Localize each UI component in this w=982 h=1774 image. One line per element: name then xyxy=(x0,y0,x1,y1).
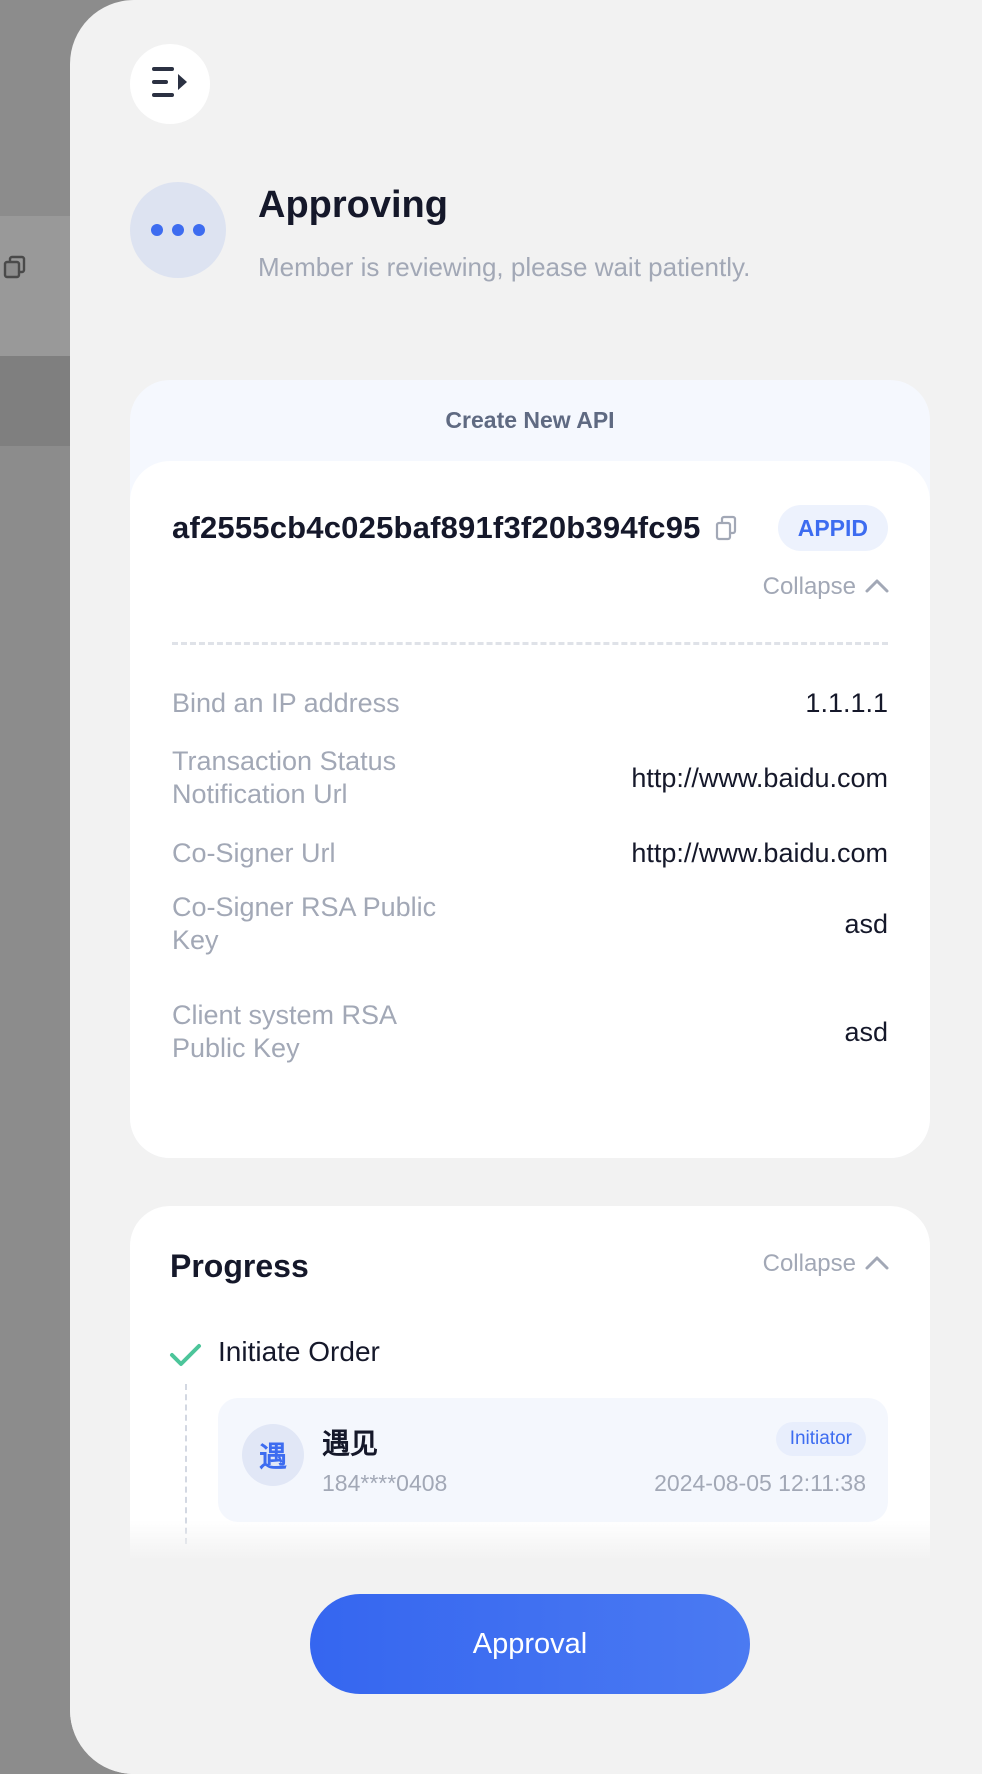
role-badge: Initiator xyxy=(775,1422,866,1456)
field-label: Co-Signer Url xyxy=(172,837,336,868)
approval-drawer: Approving Member is reviewing, please wa… xyxy=(70,0,982,1774)
field-row-client-rsa: Client system RSA Public Key asd xyxy=(172,997,888,1067)
progress-title: Progress xyxy=(170,1248,309,1284)
field-row-cosigner-rsa: Co-Signer RSA Public Key asd xyxy=(172,889,888,959)
dots-icon xyxy=(130,182,226,278)
collapse-label: Collapse xyxy=(762,573,856,600)
member-phone: 184****0408 xyxy=(322,1470,448,1496)
approval-button[interactable]: Approval xyxy=(310,1594,750,1694)
background-copy-icon xyxy=(2,254,28,280)
avatar: 遇 xyxy=(242,1424,304,1486)
background-panel-dark xyxy=(0,356,80,446)
appid-value: af2555cb4c025baf891f3f20b394fc95 xyxy=(172,510,701,545)
member-card: 遇 遇见 184****0408 Initiator 2024-08-05 12… xyxy=(218,1398,888,1522)
field-label: Transaction Status Notification Url xyxy=(172,746,397,809)
field-value: 1.1.1.1 xyxy=(805,687,888,718)
step-label: Initiate Order xyxy=(218,1336,380,1367)
field-label: Bind an IP address xyxy=(172,687,400,718)
dashed-divider xyxy=(172,642,888,645)
status-title: Approving xyxy=(258,184,448,226)
background-panel xyxy=(0,216,80,356)
chevron-up-icon xyxy=(864,1250,890,1278)
progress-collapse-toggle[interactable]: Collapse xyxy=(763,1250,890,1278)
member-timestamp: 2024-08-05 12:11:38 xyxy=(654,1470,866,1496)
field-label: Co-Signer RSA Public Key xyxy=(172,892,437,955)
field-value: http://www.baidu.com xyxy=(631,837,888,868)
field-label: Client system RSA Public Key xyxy=(172,1000,396,1063)
api-collapse-toggle[interactable]: Collapse xyxy=(763,573,890,601)
field-value: asd xyxy=(844,908,888,939)
field-value: asd xyxy=(844,1016,888,1047)
status-subtitle: Member is reviewing, please wait patient… xyxy=(258,252,751,282)
menu-toggle-button[interactable] xyxy=(130,44,210,124)
card-body: af2555cb4c025baf891f3f20b394fc95 APPID C… xyxy=(130,461,930,1158)
chevron-up-icon xyxy=(864,573,890,601)
appid-row: af2555cb4c025baf891f3f20b394fc95 APPID xyxy=(172,505,888,551)
collapse-label: Collapse xyxy=(762,1250,856,1277)
appid-badge: APPID xyxy=(777,505,888,551)
api-details-card: Create New API af2555cb4c025baf891f3f20b… xyxy=(130,380,930,1158)
field-row-notification-url: Transaction Status Notification Url http… xyxy=(172,743,888,813)
copy-icon[interactable] xyxy=(713,514,739,542)
field-row-ip: Bind an IP address 1.1.1.1 xyxy=(172,683,888,723)
menu-collapse-icon xyxy=(150,64,190,105)
check-icon xyxy=(168,1338,202,1372)
field-row-cosigner-url: Co-Signer Url http://www.baidu.com xyxy=(172,833,888,873)
card-header: Create New API xyxy=(445,406,615,433)
field-value: http://www.baidu.com xyxy=(631,762,888,793)
member-name: 遇见 xyxy=(322,1428,379,1459)
